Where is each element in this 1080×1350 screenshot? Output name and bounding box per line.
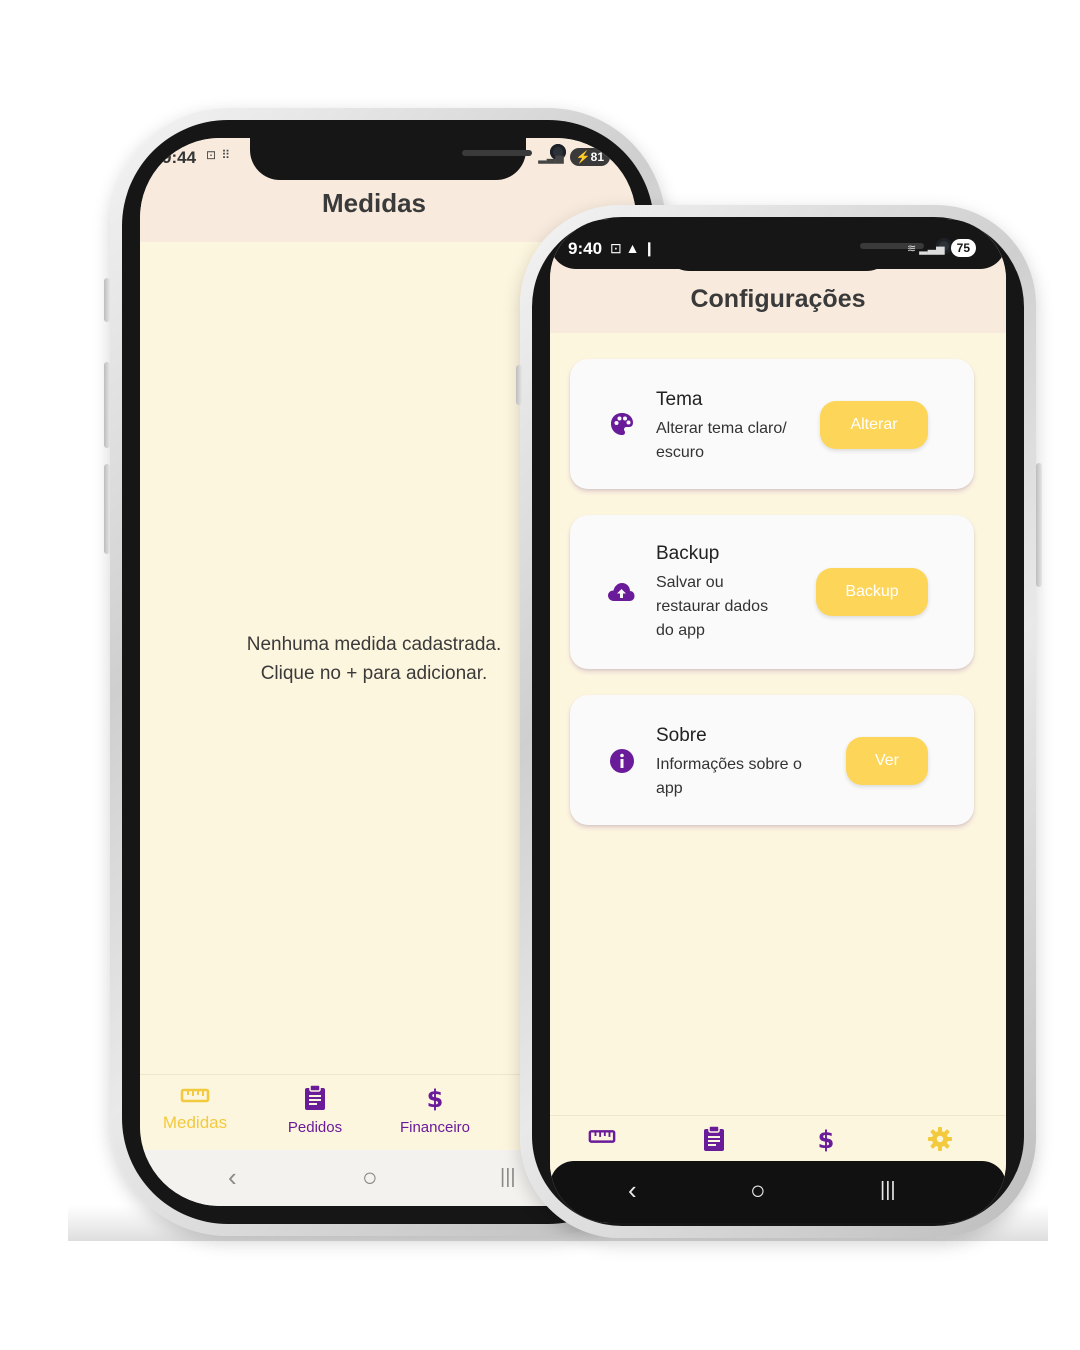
card-text: Tema Alterar tema claro/ escuro (656, 389, 787, 465)
phone-right: 9:40 ⊡ ▲ ❙ ≋ ▂▃▅ 75 Configurações Tema A… (516, 205, 1042, 1238)
side-button (104, 362, 110, 448)
nav-item-medidas[interactable] (582, 1126, 622, 1146)
settings-card-backup: Backup Salvar ou restaurar dados do app … (570, 515, 974, 669)
card-subtitle: restaurar dados (656, 598, 769, 615)
alterar-button[interactable]: Alterar (820, 401, 928, 449)
card-title: Tema (656, 389, 703, 410)
clipboard-icon (704, 1126, 724, 1151)
nav-label: Medidas (162, 1113, 228, 1132)
status-time: 9:44 (162, 148, 197, 167)
card-text: Sobre Informações sobre o app (656, 725, 802, 801)
ruler-icon (180, 1088, 210, 1103)
system-nav-bar: ‹ ○ ||| (550, 1161, 1006, 1223)
backup-button[interactable]: Backup (816, 568, 928, 616)
cloud-upload-icon (608, 583, 635, 601)
svg-text:$: $ (818, 1126, 835, 1152)
status-notification-icons: ⊡ ▲ ❙ (610, 240, 656, 256)
battery-level: 81 (590, 150, 604, 164)
speaker (462, 150, 532, 156)
side-button (1036, 463, 1042, 587)
clipboard-icon (305, 1085, 325, 1110)
ruler-icon (588, 1130, 616, 1143)
card-subtitle: do app (656, 622, 705, 639)
side-button (104, 464, 110, 554)
side-button (104, 278, 110, 322)
card-subtitle: Salvar ou (656, 574, 724, 591)
back-button[interactable]: ‹ (228, 1164, 237, 1190)
card-subtitle: Alterar tema claro/ (656, 420, 787, 437)
nav-item-pedidos[interactable]: Pedidos (260, 1085, 370, 1136)
back-button[interactable]: ‹ (628, 1177, 637, 1203)
status-right: ▂▃▅ ⚡81 (538, 148, 610, 166)
settings-card-tema: Tema Alterar tema claro/ escuro Alterar (570, 359, 974, 489)
status-time: 9:40 (568, 239, 603, 258)
svg-text:$: $ (427, 1085, 444, 1111)
recents-button[interactable]: ||| (500, 1164, 516, 1190)
nav-item-financeiro[interactable]: $ (806, 1126, 846, 1152)
nav-item-medidas[interactable]: Medidas (140, 1085, 250, 1133)
app-bar: 9:40 ⊡ ▲ ❙ ≋ ▂▃▅ 75 Configurações (550, 219, 1006, 333)
signal-icon: ▂▃▅ (538, 151, 564, 164)
status-notification-icons: ⊡ ⠿ (206, 148, 232, 162)
dollar-icon: $ (818, 1126, 835, 1152)
screen: 9:40 ⊡ ▲ ❙ ≋ ▂▃▅ 75 Configurações Tema A… (550, 219, 1006, 1223)
notch (250, 138, 566, 180)
dollar-icon: $ (427, 1085, 444, 1111)
home-button[interactable]: ○ (362, 1164, 378, 1190)
nav-item-configuracoes[interactable] (920, 1126, 960, 1152)
home-button[interactable]: ○ (750, 1177, 766, 1203)
nav-item-pedidos[interactable] (694, 1126, 734, 1152)
card-subtitle: Informações sobre o (656, 756, 802, 773)
palette-icon (611, 413, 633, 435)
battery-icon: ⚡81 (569, 148, 610, 166)
page-title: Configurações (690, 285, 866, 313)
notch (660, 219, 952, 271)
info-icon (610, 749, 634, 773)
side-button (516, 365, 522, 405)
card-title: Backup (656, 543, 720, 564)
ver-button[interactable]: Ver (846, 737, 928, 785)
card-subtitle: escuro (656, 444, 705, 461)
gear-icon (928, 1127, 952, 1151)
wifi-signal-icon: ≋ ▂▃▅ (906, 242, 945, 255)
settings-card-sobre: Sobre Informações sobre o app Ver (570, 695, 974, 825)
card-subtitle: app (656, 780, 683, 797)
recents-button[interactable]: ||| (880, 1177, 896, 1203)
battery-level: 75 (950, 239, 976, 257)
nav-label: Pedidos (287, 1119, 343, 1136)
card-text: Backup Salvar ou restaurar dados do app (656, 543, 768, 643)
status-right: ≋ ▂▃▅ 75 (907, 239, 976, 257)
nav-item-financeiro[interactable]: $ Financeiro (380, 1085, 490, 1136)
card-title: Sobre (656, 725, 707, 746)
nav-label: Financeiro (399, 1119, 471, 1136)
